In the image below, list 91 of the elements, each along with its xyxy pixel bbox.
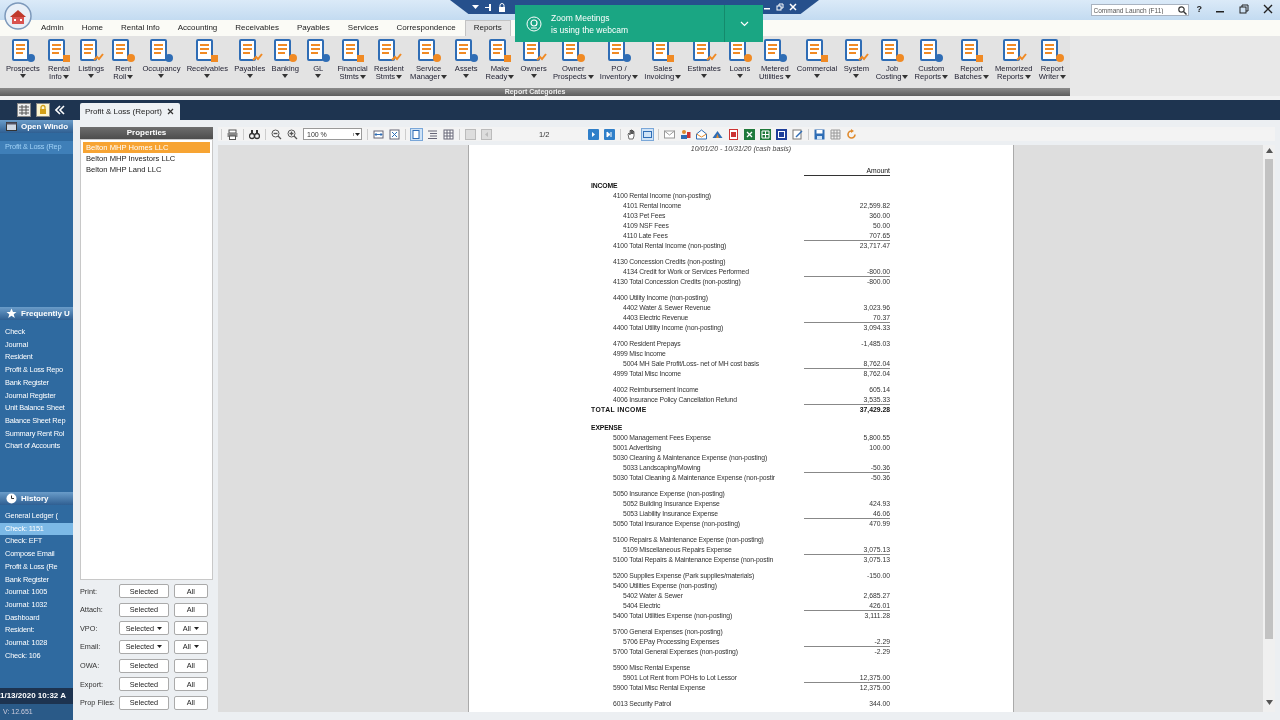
continuous-page-icon[interactable]	[427, 128, 438, 140]
section-header[interactable]: Open Windo	[0, 120, 73, 133]
report-icon	[375, 38, 402, 64]
menu-tab[interactable]: Services	[338, 20, 388, 36]
scroll-thumb[interactable]	[1265, 159, 1273, 639]
notification-title: Zoom Meetings	[551, 12, 611, 23]
menu-tab[interactable]: Receivables	[226, 20, 288, 36]
printer-icon[interactable]	[227, 128, 238, 140]
notification-message: is using the webcam	[551, 24, 628, 35]
menu-tab[interactable]: Correspondence	[387, 20, 465, 36]
window-icon	[6, 121, 17, 132]
pin-icon[interactable]	[484, 2, 493, 12]
next-page-icon[interactable]	[588, 128, 600, 140]
report-icon	[958, 38, 985, 64]
report-icon	[110, 38, 137, 64]
document-tab[interactable]: Profit & Loss (Report)	[80, 103, 180, 120]
report-icon	[761, 38, 788, 64]
envelope-icon[interactable]	[664, 128, 676, 140]
last-page-icon[interactable]	[604, 128, 616, 140]
caret-icon	[193, 645, 199, 649]
fit-page-icon[interactable]	[389, 128, 400, 140]
search-icon[interactable]	[1177, 5, 1187, 15]
double-chevron-left-icon[interactable]	[55, 105, 65, 115]
report-icon	[843, 38, 870, 64]
report-icon	[879, 38, 905, 64]
report-icon	[78, 38, 105, 64]
menu-tab[interactable]: Reports	[464, 20, 511, 36]
report-icon	[804, 38, 830, 64]
menu-tab[interactable]: Accounting	[168, 20, 227, 36]
share-icon[interactable]	[712, 128, 724, 140]
pdf-icon[interactable]	[728, 128, 740, 140]
spreadsheet-icon[interactable]	[744, 128, 756, 140]
report-icon	[148, 38, 175, 64]
section-title: History	[21, 494, 49, 503]
menu-tab[interactable]: Admin	[32, 20, 73, 36]
contact-icon[interactable]	[680, 128, 692, 140]
caret-icon	[193, 626, 199, 630]
close-icon[interactable]	[1263, 4, 1273, 14]
spreadsheet-grid-icon[interactable]	[760, 128, 772, 140]
report-icon	[194, 38, 221, 64]
zoom-out-icon[interactable]	[271, 128, 282, 140]
report-icon	[9, 38, 36, 64]
section-title: Open Windo	[21, 122, 69, 131]
report-icon	[45, 38, 72, 64]
help-button[interactable]: ?	[1196, 4, 1202, 15]
webcam-icon	[526, 15, 542, 32]
grid-icon[interactable]	[17, 103, 31, 117]
pencil-icon[interactable]	[792, 128, 804, 140]
report-icon	[415, 38, 442, 64]
report-icon	[918, 38, 945, 64]
zoom-in-icon[interactable]	[287, 128, 298, 140]
grid-icon[interactable]	[443, 128, 454, 140]
star-icon	[6, 308, 17, 319]
single-page-icon[interactable]	[411, 128, 422, 140]
scrollbar[interactable]	[1263, 145, 1275, 712]
scroll-down-icon[interactable]	[1265, 700, 1273, 705]
menu-tab[interactable]: Payables	[287, 20, 339, 36]
menu-tab[interactable]: Rental Info	[112, 20, 169, 36]
date-time: 1/13/2020 10:32 A	[0, 688, 73, 704]
page-width-icon[interactable]	[373, 128, 384, 140]
restore-icon[interactable]	[776, 3, 784, 11]
report-icon	[1039, 38, 1066, 64]
binoculars-icon[interactable]	[249, 128, 260, 140]
caret-icon	[157, 645, 163, 649]
scroll-up-icon[interactable]	[1265, 148, 1273, 153]
save-icon[interactable]	[814, 128, 826, 140]
close-icon[interactable]	[166, 108, 174, 115]
report-icon	[305, 38, 332, 64]
report-icon	[453, 38, 480, 64]
report-icon	[1000, 38, 1027, 64]
caret-icon	[353, 132, 360, 136]
chevron-down-icon[interactable]	[739, 20, 749, 27]
restore-icon[interactable]	[1239, 4, 1249, 14]
report-icon	[272, 38, 299, 64]
clock-icon	[6, 493, 17, 504]
document-icon[interactable]	[776, 128, 788, 140]
report-icon	[236, 38, 263, 64]
report-icon	[486, 38, 513, 64]
tab-label: Profit & Loss (Report)	[85, 107, 162, 116]
panel-header: Properties	[80, 127, 213, 139]
report-icon	[339, 38, 366, 64]
section-title: Frequently U	[21, 309, 70, 318]
section-header[interactable]: Frequently U	[0, 307, 73, 320]
open-envelope-icon[interactable]	[696, 128, 708, 140]
lock-icon[interactable]	[498, 2, 506, 12]
select-icon[interactable]	[642, 128, 654, 140]
hand-icon[interactable]	[626, 128, 638, 140]
section-header[interactable]: History	[0, 492, 73, 505]
caret-icon[interactable]	[472, 4, 479, 10]
menu-tab[interactable]: Home	[72, 20, 113, 36]
caret-icon	[157, 626, 163, 630]
